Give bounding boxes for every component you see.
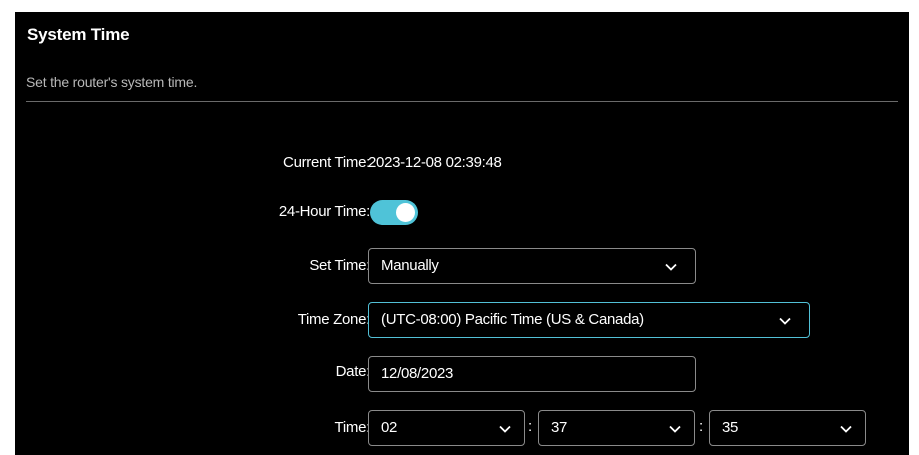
minute-select[interactable]: 37 (538, 410, 695, 446)
chevron-down-icon (840, 425, 852, 433)
set-time-select[interactable]: Manually (368, 248, 696, 284)
system-time-panel: System Time Set the router's system time… (15, 12, 909, 455)
time-zone-select[interactable]: (UTC-08:00) Pacific Time (US & Canada) (368, 302, 810, 338)
second-select[interactable]: 35 (709, 410, 866, 446)
date-input[interactable]: 12/08/2023 (368, 356, 696, 392)
section-title: System Time (27, 25, 130, 44)
hour24-label: 24-Hour Time: (278, 203, 370, 220)
date-value: 12/08/2023 (381, 365, 454, 382)
hour24-toggle[interactable] (370, 200, 418, 225)
date-label: Date: (335, 363, 371, 380)
section-description: Set the router's system time. (26, 74, 198, 90)
time-separator: : (699, 418, 704, 435)
time-separator: : (528, 418, 533, 435)
divider (26, 101, 898, 102)
time-label: Time: (334, 419, 371, 436)
hour-value: 02 (381, 419, 398, 436)
time-zone-selected: (UTC-08:00) Pacific Time (US & Canada) (381, 311, 644, 328)
chevron-down-icon (779, 317, 791, 325)
second-value: 35 (722, 419, 739, 436)
chevron-down-icon (665, 263, 677, 271)
set-time-selected: Manually (381, 257, 439, 274)
minute-value: 37 (551, 419, 568, 436)
chevron-down-icon (499, 425, 511, 433)
chevron-down-icon (669, 425, 681, 433)
set-time-label: Set Time: (309, 257, 370, 274)
current-time-value: 2023-12-08 02:39:48 (368, 154, 502, 171)
hour-select[interactable]: 02 (368, 410, 525, 446)
time-zone-label: Time Zone: (297, 311, 371, 328)
toggle-knob (396, 203, 415, 222)
current-time-label: Current Time: (283, 154, 370, 171)
